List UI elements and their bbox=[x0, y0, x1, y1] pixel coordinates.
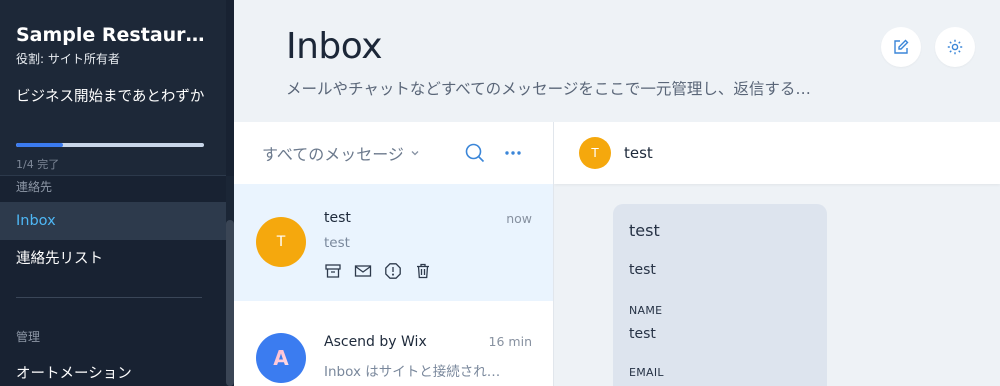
sidebar-header: Sample Restaur… 役割: サイト所有者 ビジネス開始まであとわずか… bbox=[0, 0, 226, 176]
message-title: test bbox=[629, 221, 660, 240]
contact-avatar: T bbox=[256, 217, 306, 267]
delete-button[interactable] bbox=[414, 262, 432, 280]
message-body: test bbox=[629, 262, 656, 278]
contact-avatar: A bbox=[256, 333, 306, 383]
more-horizontal-icon bbox=[505, 151, 521, 155]
sidebar: Sample Restaur… 役割: サイト所有者 ビジネス開始まであとわずか… bbox=[0, 0, 234, 386]
message-bubble: test test NAME test EMAIL bbox=[613, 204, 827, 386]
conversation-preview: test bbox=[324, 235, 350, 251]
onboarding-progress-bar bbox=[16, 143, 204, 147]
section-label-contacts: 連絡先 bbox=[16, 180, 53, 194]
conversation-header: T test bbox=[554, 122, 1000, 184]
trash-icon bbox=[417, 263, 429, 279]
field-label-email: EMAIL bbox=[629, 366, 664, 379]
search-button[interactable] bbox=[462, 140, 488, 166]
filter-label: すべてのメッセージ bbox=[262, 145, 404, 164]
settings-icon bbox=[947, 39, 963, 55]
sidebar-item-inbox[interactable]: Inbox bbox=[0, 202, 226, 240]
spam-icon bbox=[385, 263, 401, 279]
settings-button[interactable] bbox=[935, 27, 975, 67]
message-list-panel: すべてのメッセージ T test now test A Ascend by Wi… bbox=[234, 122, 554, 386]
conversation-actions bbox=[324, 262, 432, 280]
sidebar-item-automations[interactable]: オートメーション bbox=[0, 355, 226, 386]
conversation-item-ascend[interactable]: A Ascend by Wix 16 min Inbox はサイトと接続され… bbox=[234, 301, 553, 386]
mail-icon bbox=[354, 265, 372, 277]
section-label-manage: 管理 bbox=[16, 330, 41, 344]
more-options-button[interactable] bbox=[500, 140, 526, 166]
onboarding-text[interactable]: ビジネス開始まであとわずか bbox=[16, 84, 212, 110]
sidebar-divider bbox=[16, 297, 202, 298]
progress-fill bbox=[16, 143, 63, 147]
conversation-name: test bbox=[324, 210, 351, 226]
page-header: Inbox メールやチャットなどすべてのメッセージをここで一元管理し、返信する… bbox=[234, 0, 1000, 122]
chevron-down-icon bbox=[411, 151, 419, 156]
conversation-item-test[interactable]: T test now test bbox=[234, 184, 553, 301]
conversation-name: Ascend by Wix bbox=[324, 334, 427, 350]
message-filter-dropdown[interactable]: すべてのメッセージ bbox=[262, 141, 420, 165]
field-label-name: NAME bbox=[629, 304, 663, 317]
site-name[interactable]: Sample Restaur… bbox=[16, 24, 212, 46]
page-subtitle: メールやチャットなどすべてのメッセージをここで一元管理し、返信する… bbox=[286, 80, 811, 98]
archive-icon bbox=[325, 264, 341, 278]
page-title: Inbox bbox=[286, 26, 383, 67]
conversation-time: 16 min bbox=[488, 334, 532, 349]
field-value-name: test bbox=[629, 326, 656, 342]
conversation-preview: Inbox はサイトと接続され… bbox=[324, 364, 501, 380]
conversation-time: now bbox=[506, 211, 532, 226]
message-list-toolbar: すべてのメッセージ bbox=[234, 122, 553, 184]
mark-spam-button[interactable] bbox=[384, 262, 402, 280]
contact-avatar[interactable]: T bbox=[579, 137, 611, 169]
contact-name[interactable]: test bbox=[624, 144, 653, 162]
archive-button[interactable] bbox=[324, 262, 342, 280]
sidebar-scrollbar-thumb[interactable] bbox=[226, 220, 234, 386]
compose-icon bbox=[894, 39, 909, 54]
conversation-panel: T test test test NAME test EMAIL bbox=[554, 122, 1000, 386]
sidebar-item-contacts[interactable]: 連絡先リスト bbox=[0, 240, 226, 278]
compose-button[interactable] bbox=[881, 27, 921, 67]
progress-label: 1/4 完了 bbox=[16, 158, 60, 171]
site-role: 役割: サイト所有者 bbox=[16, 52, 120, 66]
ascend-logo-letter: A bbox=[273, 346, 289, 370]
search-icon bbox=[465, 143, 485, 163]
mark-unread-button[interactable] bbox=[354, 262, 372, 280]
